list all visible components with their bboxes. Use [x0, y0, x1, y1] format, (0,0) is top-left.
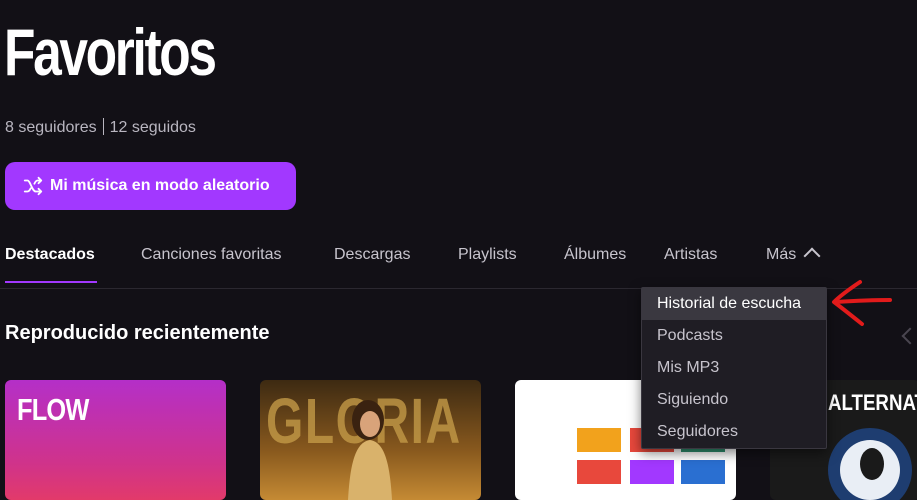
mix-tile — [577, 428, 621, 452]
chevron-up-icon — [803, 247, 821, 265]
mix-tile — [681, 460, 725, 484]
more-dropdown-menu: Historial de escucha Podcasts Mis MP3 Si… — [641, 287, 827, 449]
menu-item-siguiendo[interactable]: Siguiendo — [642, 384, 826, 416]
menu-item-mis-mp3[interactable]: Mis MP3 — [642, 352, 826, 384]
tab-mas[interactable]: Más — [766, 246, 821, 265]
mix-tile — [577, 460, 621, 484]
tab-descargas[interactable]: Descargas — [334, 246, 410, 264]
tab-canciones-favoritas[interactable]: Canciones favoritas — [141, 246, 282, 264]
tab-albumes[interactable]: Álbumes — [564, 246, 626, 264]
shuffle-button-label: Mi música en modo aleatorio — [50, 177, 270, 194]
artist-silhouette — [348, 400, 392, 500]
page-title: Favoritos — [4, 15, 217, 89]
follow-stats: 8 seguidores 12 seguidos — [5, 118, 196, 137]
followers-link[interactable]: 8 seguidores — [5, 119, 97, 136]
menu-item-podcasts[interactable]: Podcasts — [642, 320, 826, 352]
card-flow[interactable]: FLOW — [5, 380, 226, 500]
tab-bar: Destacados Canciones favoritas Descargas… — [0, 236, 917, 289]
menu-item-seguidores[interactable]: Seguidores — [642, 416, 826, 448]
tab-destacados[interactable]: Destacados — [5, 246, 95, 264]
section-title: Reproducido recientemente — [5, 322, 270, 344]
menu-item-historial[interactable]: Historial de escucha — [642, 288, 826, 320]
following-link[interactable]: 12 seguidos — [110, 119, 196, 136]
tab-mas-label: Más — [766, 246, 797, 263]
card-gloria[interactable]: GLORIA — [260, 380, 481, 500]
active-tab-indicator — [5, 281, 97, 283]
divider — [102, 118, 104, 135]
annotation-arrow-icon — [832, 280, 892, 326]
mix-tile — [630, 460, 674, 484]
tab-artistas[interactable]: Artistas — [664, 246, 717, 264]
tab-playlists[interactable]: Playlists — [458, 246, 517, 264]
shuffle-button[interactable]: Mi música en modo aleatorio — [5, 162, 296, 210]
chevron-left-icon[interactable] — [901, 327, 917, 345]
card-flow-label: FLOW — [17, 392, 89, 427]
shuffle-icon — [23, 176, 43, 196]
